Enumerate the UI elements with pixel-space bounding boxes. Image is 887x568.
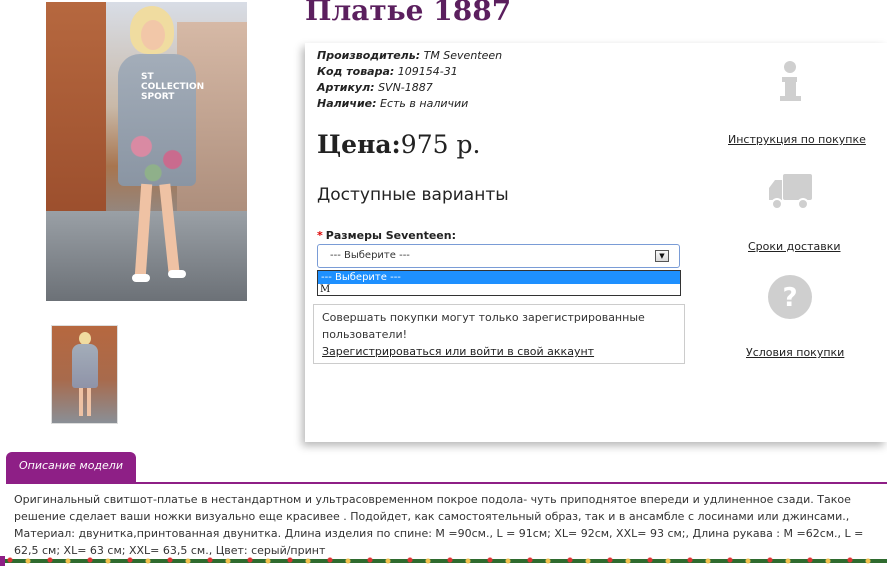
price-label: Цена: — [317, 130, 401, 159]
manufacturer-value: TM Seventeen — [423, 49, 503, 62]
description-text: Оригинальный свитшот-платье в нестандарт… — [14, 493, 864, 557]
manufacturer-row: Производитель: TM Seventeen — [317, 48, 502, 64]
login-register-link[interactable]: Зарегистрироваться или войти в свой акка… — [322, 343, 676, 360]
stock-row: Наличие: Есть в наличии — [317, 96, 502, 112]
code-row: Код товара: 109154-31 — [317, 64, 502, 80]
stock-label: Наличие: — [317, 97, 377, 110]
svg-text:?: ? — [782, 283, 797, 313]
size-label-text: Размеры Seventeen: — [325, 229, 456, 242]
size-select-value: --- Выберите --- — [330, 250, 410, 261]
info-icon[interactable] — [766, 58, 814, 106]
truck-icon[interactable] — [766, 168, 814, 216]
code-value: 109154-31 — [397, 65, 458, 78]
purchase-conditions-link[interactable]: Условия покупки — [746, 346, 844, 359]
photo-model-shoe-left — [132, 274, 150, 282]
left-edge-accent — [0, 556, 5, 566]
thumb-model-leg-right — [87, 388, 91, 416]
holiday-garland-decoration — [0, 556, 887, 566]
photo-model-face — [141, 20, 165, 50]
size-option-m[interactable]: M — [318, 284, 680, 296]
article-value: SVN-1887 — [378, 81, 433, 94]
purchase-instruction-block — [766, 58, 814, 110]
manufacturer-label: Производитель: — [317, 49, 421, 62]
price-value: 975 р. — [400, 130, 481, 159]
required-mark: * — [317, 229, 323, 242]
article-label: Артикул: — [317, 81, 375, 94]
thumb-model-dress — [72, 344, 98, 388]
size-label: * Размеры Seventeen: — [317, 229, 456, 242]
photo-model-shoe-right — [168, 270, 186, 278]
purchase-terms-block: ? — [766, 273, 814, 325]
delivery-terms-link[interactable]: Сроки доставки — [748, 240, 841, 253]
variants-heading: Доступные варианты — [317, 185, 509, 205]
price: Цена:975 р. — [317, 130, 480, 159]
thumb-model-leg-left — [79, 388, 83, 416]
main-product-image[interactable]: ST COLLECTION SPORT — [46, 2, 247, 301]
article-row: Артикул: SVN-1887 — [317, 80, 502, 96]
tab-description[interactable]: Описание модели — [6, 452, 136, 482]
purchase-instruction-link[interactable]: Инструкция по покупке — [728, 133, 866, 146]
product-thumbnail[interactable] — [51, 325, 118, 424]
product-title: Платье 1887 — [305, 0, 512, 27]
size-select[interactable]: --- Выберите --- ▼ — [317, 244, 680, 268]
chevron-down-icon[interactable]: ▼ — [655, 250, 669, 262]
login-notice-text: Совершать покупки могут только зарегистр… — [322, 311, 645, 341]
product-meta: Производитель: TM Seventeen Код товара: … — [317, 48, 502, 112]
photo-dress-print: ST COLLECTION SPORT — [141, 72, 205, 102]
delivery-block — [766, 168, 814, 220]
code-label: Код товара: — [317, 65, 395, 78]
size-dropdown-list: --- Выберите --- M — [317, 270, 681, 296]
question-icon[interactable]: ? — [766, 273, 814, 321]
size-option-default[interactable]: --- Выберите --- — [318, 271, 680, 284]
stock-value: Есть в наличии — [380, 97, 469, 110]
login-notice: Совершать покупки могут только зарегистр… — [313, 304, 685, 364]
photo-building-left — [46, 2, 106, 232]
